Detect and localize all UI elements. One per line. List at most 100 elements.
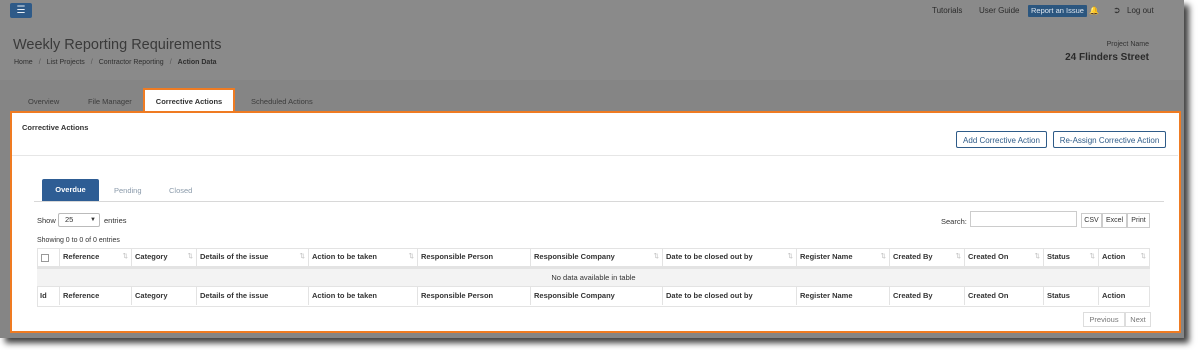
column-header-label: Details of the issue — [200, 252, 269, 261]
column-header-label: Register Name — [800, 252, 853, 261]
sort-icon[interactable]: ⇅ — [956, 248, 961, 266]
column-header[interactable]: Responsible Company ⇅ — [531, 248, 663, 266]
column-header[interactable]: Category ⇅ — [132, 248, 197, 266]
column-header[interactable]: Action to be taken ⇅ — [309, 248, 418, 266]
sort-icon[interactable]: ⇅ — [1141, 248, 1146, 266]
add-corrective-action-button[interactable]: Add Corrective Action — [956, 131, 1047, 148]
column-footer: Responsible Company — [531, 287, 663, 305]
column-footer-label: Date to be closed out by — [666, 291, 753, 300]
column-footer: Category — [132, 287, 197, 305]
column-footer-label: Reference — [63, 291, 100, 300]
caret-down-icon: ▼ — [90, 217, 96, 223]
breadcrumb-home[interactable]: Home — [14, 59, 33, 66]
next-page-button[interactable]: Next — [1125, 312, 1151, 327]
logout-link[interactable]: Log out — [1127, 6, 1154, 15]
previous-page-button[interactable]: Previous — [1083, 312, 1125, 327]
logout-icon[interactable]: ➲ — [1113, 5, 1121, 16]
column-footer: Id — [37, 287, 60, 305]
tab-scheduled-actions[interactable]: Scheduled Actions — [251, 97, 313, 106]
divider — [34, 201, 1164, 202]
column-header[interactable]: Responsible Person — [418, 248, 531, 266]
tab-pending[interactable]: Pending — [114, 186, 142, 195]
nav-user-guide-link[interactable]: User Guide — [979, 6, 1019, 15]
reassign-corrective-action-button[interactable]: Re-Assign Corrective Action — [1053, 131, 1166, 148]
column-footer: Status — [1044, 287, 1099, 305]
top-navbar: ☰ Tutorials User Guide Report an Issue 🔔… — [0, 0, 1184, 22]
empty-table-message: No data available in table — [37, 268, 1150, 287]
column-header[interactable]: Created By ⇅ — [890, 248, 965, 266]
column-footer: Created By — [890, 287, 965, 305]
column-footer: Responsible Person — [418, 287, 531, 305]
showing-info: Showing 0 to 0 of 0 entries — [37, 237, 120, 244]
column-header-label: Responsible Person — [421, 252, 494, 261]
column-footer: Action to be taken — [309, 287, 418, 305]
column-header-label: Status — [1047, 252, 1070, 261]
column-header-label: Created On — [968, 252, 1009, 261]
corrective-actions-panel: Corrective Actions Add Corrective Action… — [10, 111, 1181, 333]
tab-corrective-actions[interactable]: Corrective Actions — [143, 88, 235, 111]
sort-icon[interactable]: ⇅ — [409, 248, 414, 266]
show-label: Show — [37, 216, 56, 225]
column-footer-label: Responsible Person — [421, 291, 494, 300]
column-header[interactable]: Register Name ⇅ — [797, 248, 890, 266]
report-issue-button[interactable]: Report an Issue — [1028, 5, 1087, 17]
column-header[interactable]: Action ⇅ — [1099, 248, 1150, 266]
entries-label: entries — [104, 216, 127, 225]
breadcrumb-contractor-reporting[interactable]: Contractor Reporting — [99, 59, 164, 66]
column-header-label: Date to be closed out by — [666, 252, 753, 261]
tab-file-manager[interactable]: File Manager — [88, 97, 132, 106]
column-header[interactable]: Status ⇅ — [1044, 248, 1099, 266]
search-input[interactable] — [970, 211, 1077, 227]
column-header[interactable]: Created On ⇅ — [965, 248, 1044, 266]
sort-icon[interactable]: ⇅ — [1090, 248, 1095, 266]
column-footer-label: Status — [1047, 291, 1070, 300]
column-footer-label: Id — [40, 291, 47, 300]
column-header-label: Responsible Company — [534, 252, 615, 261]
sort-icon[interactable]: ⇅ — [188, 248, 193, 266]
tab-overdue[interactable]: Overdue — [42, 179, 99, 201]
csv-button[interactable]: CSV — [1081, 213, 1102, 228]
project-name: 24 Flinders Street — [1065, 52, 1149, 63]
column-footer-label: Category — [135, 291, 168, 300]
sort-icon[interactable]: ⇅ — [788, 248, 793, 266]
breadcrumb: Home / List Projects / Contractor Reporting /… — [14, 59, 217, 66]
select-all-checkbox[interactable] — [41, 254, 49, 262]
column-footer-label: Action to be taken — [312, 291, 378, 300]
column-header-label: Reference — [63, 252, 100, 261]
column-footer-label: Created On — [968, 291, 1009, 300]
breadcrumb-list-projects[interactable]: List Projects — [47, 59, 85, 66]
sort-icon[interactable]: ⇅ — [654, 248, 659, 266]
sort-icon[interactable]: ⇅ — [1035, 248, 1040, 266]
column-header-label: Action — [1102, 252, 1126, 261]
tab-overview[interactable]: Overview — [28, 97, 59, 106]
column-header[interactable]: Date to be closed out by ⇅ — [663, 248, 797, 266]
column-header-label: Category — [135, 252, 168, 261]
column-footer: Action — [1099, 287, 1150, 305]
column-footer-label: Action — [1102, 291, 1126, 300]
hamburger-icon[interactable]: ☰ — [10, 3, 32, 18]
entries-select[interactable]: 25 ▼ — [58, 213, 100, 227]
print-button[interactable]: Print — [1127, 213, 1150, 228]
app-window: ☰ Tutorials User Guide Report an Issue 🔔… — [0, 0, 1184, 338]
bell-icon[interactable]: 🔔 — [1089, 6, 1099, 15]
sort-icon[interactable]: ⇅ — [123, 248, 128, 266]
column-footer: Created On — [965, 287, 1044, 305]
column-footer: Date to be closed out by — [663, 287, 797, 305]
search-label: Search: — [941, 217, 967, 226]
project-name-label: Project Name — [1106, 41, 1149, 48]
table-footer-row: Id Reference Category Details of the issue A… — [37, 287, 1150, 307]
select-all-header[interactable] — [37, 248, 60, 266]
sort-icon[interactable]: ⇅ — [300, 248, 305, 266]
column-footer-label: Responsible Company — [534, 291, 615, 300]
column-header[interactable]: Reference ⇅ — [60, 248, 132, 266]
column-header[interactable]: Details of the issue ⇅ — [197, 248, 309, 266]
tab-closed[interactable]: Closed — [169, 186, 192, 195]
excel-button[interactable]: Excel — [1102, 213, 1127, 228]
nav-tutorials-link[interactable]: Tutorials — [932, 6, 962, 15]
column-footer: Details of the issue — [197, 287, 309, 305]
entries-select-value: 25 — [65, 215, 74, 224]
column-footer: Reference — [60, 287, 132, 305]
panel-title: Corrective Actions — [22, 123, 89, 132]
column-footer-label: Created By — [893, 291, 933, 300]
sort-icon[interactable]: ⇅ — [881, 248, 886, 266]
